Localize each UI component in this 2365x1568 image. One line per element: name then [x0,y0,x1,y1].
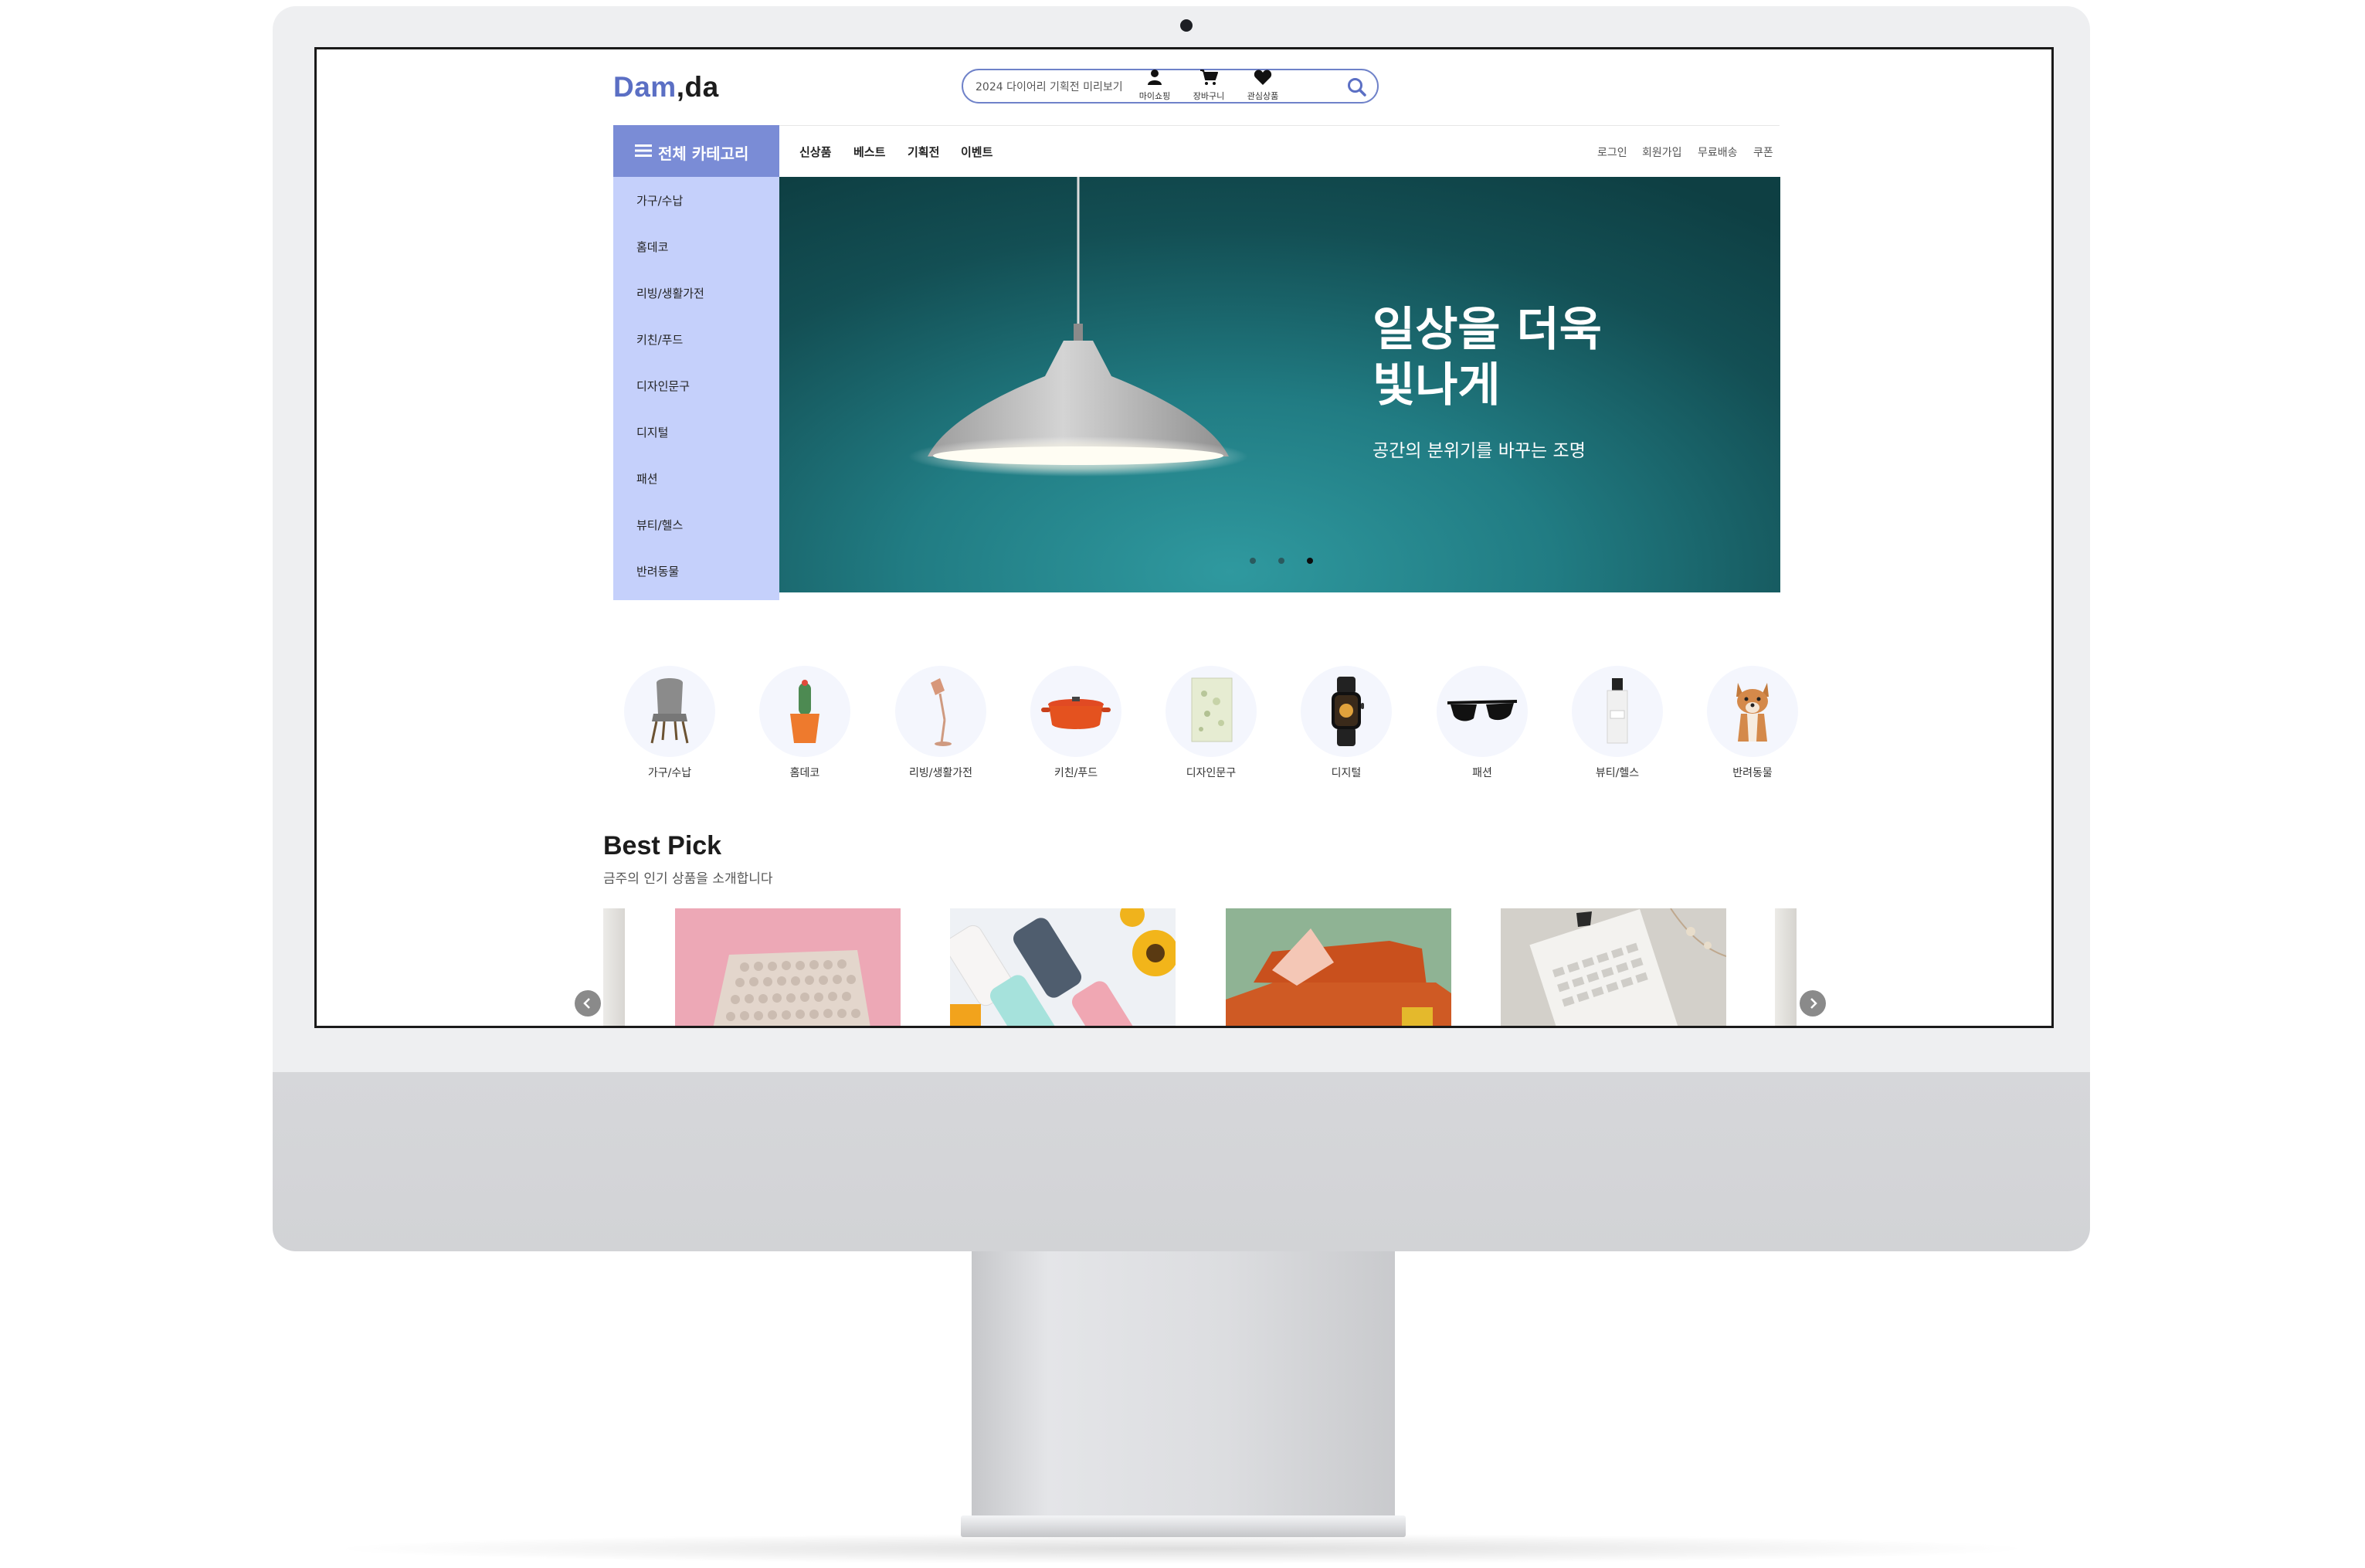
category-item-beauty[interactable]: 뷰티/헬스 [636,517,683,533]
carousel-next-button[interactable] [1800,990,1826,1016]
quick-category-stationery[interactable]: 디자인문구 [1166,666,1257,780]
nav-link-event[interactable]: 이벤트 [961,144,992,160]
logo-part-2: ,da [676,71,719,103]
nav-link-exhibition[interactable]: 기획전 [908,144,939,160]
wishlist-button[interactable]: 관심상품 [1241,69,1284,102]
quick-category-digital[interactable]: 디지털 [1301,666,1392,780]
quick-category-fashion[interactable]: 패션 [1437,666,1528,780]
product-card-sofa[interactable] [1226,908,1451,1026]
site-logo[interactable]: Dam,da [613,71,719,104]
quick-category-label: 홈데코 [789,767,820,779]
keyboard-image [675,908,901,1026]
quick-category-label: 키친/푸드 [1054,767,1098,779]
nav-link-new[interactable]: 신상품 [799,144,831,160]
shop-homepage: Dam,da 마이쇼핑 장바구니 관심상품 [317,49,2051,1026]
chevron-left-icon [583,998,590,1009]
quick-category-label: 뷰티/헬스 [1595,767,1640,779]
category-item-pets[interactable]: 반려동물 [636,563,679,579]
category-item-digital[interactable]: 디지털 [636,424,668,440]
slide-dot-1[interactable] [1250,558,1256,564]
quick-category-home-deco[interactable]: 홈데코 [759,666,850,780]
quick-category-label: 리빙/생활가전 [909,767,972,779]
camera-icon [1180,19,1193,32]
product-card-keyboard[interactable] [675,908,901,1026]
phone-cases-image [950,908,1176,1026]
monitor-chin [273,1072,2090,1251]
category-item-stationery[interactable]: 디자인문구 [636,378,690,394]
quick-category-label: 가구/수납 [647,767,692,779]
floor-shadow [324,1533,2039,1564]
quick-category-label: 디자인문구 [1186,767,1237,779]
monitor-stand [972,1251,1395,1522]
logo-part-1: Dam [613,71,677,103]
pendant-lamp-image [908,177,1248,477]
product-card-calendar[interactable] [1501,908,1726,1026]
category-item-home-deco[interactable]: 홈데코 [636,239,668,255]
cart-button[interactable]: 장바구니 [1187,69,1230,102]
chevron-right-icon [1810,998,1817,1009]
quick-category-pets[interactable]: 반려동물 [1707,666,1798,780]
cart-label: 장바구니 [1193,91,1225,101]
my-shopping-label: 마이쇼핑 [1138,91,1171,101]
carousel-prev-button[interactable] [575,990,601,1016]
hero-title: 일상을 더욱 빛나게 [1373,303,1602,412]
sunglasses-icon [1447,700,1518,721]
dog-icon [1736,683,1769,742]
lamp-icon [931,678,952,746]
calendar-image [1501,908,1726,1026]
hamburger-icon [635,144,652,157]
quick-category-beauty[interactable]: 뷰티/헬스 [1572,666,1663,780]
free-shipping-link[interactable]: 무료배송 [1698,144,1738,160]
slide-dot-2[interactable] [1278,558,1284,564]
pot-icon [1041,697,1111,729]
my-shopping-button[interactable]: 마이쇼핑 [1133,69,1176,102]
category-item-fashion[interactable]: 패션 [636,470,658,487]
monitor-screen: Dam,da 마이쇼핑 장바구니 관심상품 [314,47,2054,1028]
product-card-phone-cases[interactable] [950,908,1176,1026]
watch-icon [1332,677,1364,746]
quick-category-living[interactable]: 리빙/생활가전 [895,666,986,780]
product-card-partial-right[interactable] [1775,908,1797,1026]
quick-category-label: 패션 [1472,767,1492,779]
user-icon [1148,70,1162,85]
cart-icon [1200,70,1218,85]
signup-link[interactable]: 회원가입 [1642,144,1682,160]
perfume-icon [1607,678,1628,744]
category-item-living[interactable]: 리빙/생활가전 [636,285,704,301]
heart-icon [1254,70,1272,85]
nav-link-best[interactable]: 베스트 [853,144,885,160]
wishlist-label: 관심상품 [1247,91,1279,101]
hero-subtitle: 공간의 분위기를 바꾸는 조명 [1373,441,1586,461]
category-item-kitchen[interactable]: 키친/푸드 [636,331,683,348]
category-item-furniture[interactable]: 가구/수납 [636,192,683,209]
quick-category-furniture[interactable]: 가구/수납 [624,666,715,780]
header-divider [613,125,1780,126]
product-card-partial-left[interactable] [603,908,625,1026]
coupon-link[interactable]: 쿠폰 [1753,144,1773,160]
notebook-icon [1191,677,1233,742]
cactus-icon [790,680,819,743]
quick-category-label: 반려동물 [1732,767,1773,779]
quick-category-label: 디지털 [1331,767,1362,779]
hero-banner[interactable]: 일상을 더욱 빛나게 공간의 분위기를 바꾸는 조명 [779,177,1780,592]
search-icon[interactable] [1345,76,1369,99]
slide-dot-3-active[interactable] [1307,558,1313,564]
quick-category-kitchen[interactable]: 키친/푸드 [1030,666,1121,780]
login-link[interactable]: 로그인 [1597,144,1627,160]
best-pick-subtitle: 금주의 인기 상품을 소개합니다 [603,871,773,887]
sofa-image [1226,908,1451,1026]
best-pick-title: Best Pick [603,831,722,860]
all-categories-label: 전체 카테고리 [658,144,749,163]
monitor-stand-base [961,1515,1406,1537]
category-menu: 가구/수납 홈데코 리빙/생활가전 키친/푸드 디자인문구 디지털 패션 뷰티/… [613,177,779,600]
all-categories-button[interactable]: 전체 카테고리 [613,125,779,177]
chair-icon [650,678,689,744]
